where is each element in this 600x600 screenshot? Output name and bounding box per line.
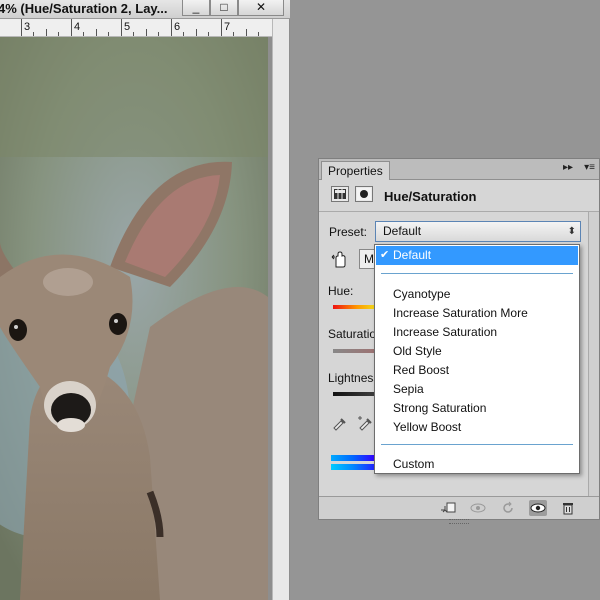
menu-separator (381, 444, 573, 445)
document-titlebar[interactable]: 4% (Hue/Saturation 2, Lay... _ □ ✕ (0, 0, 290, 19)
ruler-tick (171, 19, 172, 36)
ruler-number: 6 (174, 21, 181, 33)
resize-grip[interactable] (449, 519, 469, 524)
preset-value: Default (383, 224, 422, 238)
ruler-tick (133, 32, 134, 36)
minimize-icon: _ (192, 0, 200, 14)
collapse-panel-button[interactable]: ▸▸ (563, 162, 573, 173)
hue-label: Hue: (328, 284, 354, 298)
trash-icon (563, 503, 573, 515)
eyedropper-button[interactable] (331, 415, 347, 434)
ruler-tick (246, 29, 247, 36)
preset-label: Preset: (329, 225, 368, 239)
adjustment-icon[interactable] (331, 186, 349, 202)
targeted-adjustment-button[interactable] (331, 251, 351, 269)
eye-icon (530, 503, 546, 513)
ruler-tick (33, 32, 34, 36)
ruler-tick (158, 32, 159, 36)
restore-icon: □ (220, 0, 228, 14)
eyedropper-plus-icon (358, 416, 372, 431)
ruler-tick (208, 32, 209, 36)
close-icon: ✕ (255, 0, 267, 14)
divider (319, 211, 599, 212)
reset-button[interactable] (499, 500, 517, 516)
ruler-number: 7 (224, 21, 231, 33)
grid-icon (334, 189, 346, 199)
checkmark-icon: ✔ (380, 249, 390, 261)
toggle-visibility-button[interactable] (529, 500, 547, 516)
hand-icon (331, 251, 346, 268)
menu-item-red-boost[interactable]: Red Boost (376, 361, 578, 380)
document-window: 4% (Hue/Saturation 2, Lay... _ □ ✕ 3 4 5… (0, 0, 290, 600)
menu-item-increase-saturation[interactable]: Increase Saturation (376, 323, 578, 342)
ruler-number: 4 (74, 21, 81, 33)
panel-menu-button[interactable]: ▾≡ (584, 162, 595, 173)
minimize-button[interactable]: _ (182, 0, 210, 16)
delete-button[interactable] (559, 500, 577, 516)
ruler-tick (221, 19, 222, 36)
image-canvas[interactable] (0, 37, 268, 600)
color-range-bar-bottom (331, 464, 375, 470)
menu-item-sepia[interactable]: Sepia (376, 380, 578, 399)
eye-previous-icon (470, 503, 486, 513)
menu-item-yellow-boost[interactable]: Yellow Boost (376, 418, 578, 437)
ruler-tick (108, 32, 109, 36)
ruler-tick (258, 32, 259, 36)
view-previous-button[interactable] (469, 500, 487, 516)
ruler-tick (146, 29, 147, 36)
deer-photo (0, 37, 268, 600)
lightness-label: Lightness (328, 371, 380, 385)
ruler-number: 5 (124, 21, 131, 33)
ruler-tick (21, 19, 22, 36)
menu-item-old-style[interactable]: Old Style (376, 342, 578, 361)
dropdown-arrow-icon: ⬍ (567, 226, 576, 237)
ruler-tick (46, 29, 47, 36)
ruler-tick (71, 19, 72, 36)
restore-button[interactable]: □ (210, 0, 238, 16)
properties-header: Hue/Saturation (319, 180, 599, 210)
properties-footer (319, 496, 599, 519)
menu-item-default[interactable]: ✔ Default (376, 246, 578, 265)
preset-menu: ✔ Default Cyanotype Increase Saturation … (374, 244, 580, 474)
color-range-bar-top (331, 455, 375, 461)
clip-to-layer-button[interactable] (439, 500, 457, 516)
clip-layer-icon (441, 502, 456, 513)
tab-properties[interactable]: Properties (321, 161, 390, 180)
horizontal-ruler[interactable]: 3 4 5 6 7 (0, 19, 272, 37)
ruler-tick (83, 32, 84, 36)
ruler-tick (96, 29, 97, 36)
properties-scrollbar[interactable] (588, 212, 599, 497)
close-button[interactable]: ✕ (238, 0, 284, 16)
reset-icon (503, 501, 513, 513)
ruler-tick (183, 32, 184, 36)
ruler-tick (58, 32, 59, 36)
menu-item-strong-saturation[interactable]: Strong Saturation (376, 399, 578, 418)
add-eyedropper-button[interactable] (357, 415, 373, 434)
eyedropper-icon (333, 418, 346, 431)
ruler-number: 3 (24, 21, 31, 33)
properties-title: Hue/Saturation (384, 189, 477, 204)
properties-tabbar: Properties ▸▸ ▾≡ (319, 159, 599, 180)
menu-item-custom[interactable]: Custom (376, 455, 578, 474)
ruler-tick (121, 19, 122, 36)
ruler-tick (196, 29, 197, 36)
ruler-tick (233, 32, 234, 36)
menu-item-label: Default (393, 248, 432, 262)
menu-separator (381, 273, 573, 274)
document-vertical-scrollbar[interactable] (272, 19, 289, 600)
document-title: 4% (Hue/Saturation 2, Lay... (0, 1, 168, 16)
mask-icon[interactable] (355, 186, 373, 202)
menu-item-cyanotype[interactable]: Cyanotype (376, 285, 578, 304)
menu-item-increase-saturation-more[interactable]: Increase Saturation More (376, 304, 578, 323)
preset-dropdown[interactable]: Default ⬍ (375, 221, 581, 242)
